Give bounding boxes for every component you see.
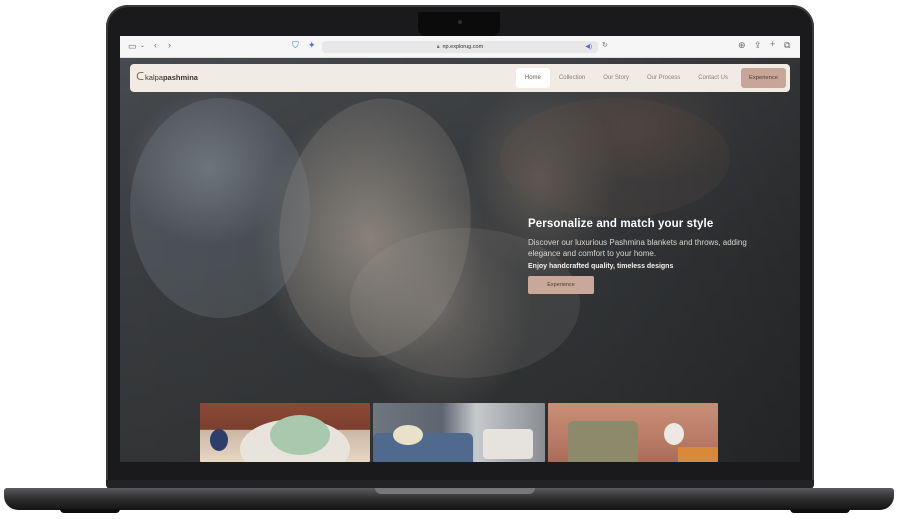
nav-contact-us[interactable]: Contact Us (689, 68, 737, 88)
vase-shape (664, 423, 684, 445)
lock-icon: 🔒︎ (436, 44, 440, 50)
address-bar[interactable]: 🔒︎ np.explorug.com ◀︎) (322, 41, 598, 53)
back-icon[interactable]: ‹ (154, 41, 157, 50)
site-logo[interactable]: ᑕ kalpa pashmina (136, 72, 198, 83)
nav-home[interactable]: Home (515, 68, 550, 88)
nav-our-story[interactable]: Our Story (594, 68, 638, 88)
throw-shape (270, 415, 330, 455)
hero-section: ᑕ kalpa pashmina Home Collection Our Stor… (120, 58, 800, 462)
chevron-down-icon[interactable]: ⌄ (140, 43, 145, 49)
chair-shape (483, 429, 533, 459)
new-tab-icon[interactable]: + (770, 40, 775, 49)
laptop-foot-right (790, 509, 850, 513)
reload-icon[interactable]: ↻ (602, 42, 608, 49)
site-navbar: ᑕ kalpa pashmina Home Collection Our Stor… (130, 64, 790, 92)
tabs-icon[interactable]: ⧉ (784, 41, 790, 50)
logo-text-bold: pashmina (162, 73, 198, 82)
extension-icon[interactable]: ✦ (308, 41, 316, 50)
pillow-shape (393, 425, 423, 445)
camera-icon (458, 20, 462, 24)
nav-menu: Home Collection Our Story Our Process Co… (515, 68, 786, 88)
logo-text-light: kalpa (145, 73, 163, 82)
logo-mark-icon: ᑕ (136, 71, 145, 83)
hero-tagline: Enjoy handcrafted quality, timeless desi… (528, 263, 674, 270)
sidebar-icon[interactable]: ▭ (128, 42, 137, 51)
laptop-thumb-notch (375, 488, 535, 494)
audio-icon[interactable]: ◀︎) (585, 43, 592, 50)
url-text: np.explorug.com (442, 44, 484, 50)
table-shape (678, 447, 718, 462)
vase-shape (210, 429, 228, 451)
hero-subtitle: Discover our luxurious Pashmina blankets… (528, 238, 747, 258)
hero-experience-button[interactable]: Experience (528, 276, 594, 294)
shield-icon[interactable]: ⛉ (292, 41, 299, 50)
download-icon[interactable]: ⊕ (738, 41, 746, 50)
nav-experience-button[interactable]: Experience (740, 68, 786, 88)
screen: ▭ ⌄ ‹ › ⛉ ✦ 🔒︎ np.explorug.com ◀︎) ↻ ⊕ ⇪… (120, 36, 800, 462)
thumbnail-image[interactable] (548, 403, 718, 462)
thumbnail-image[interactable] (373, 403, 545, 462)
share-icon[interactable]: ⇪ (754, 41, 762, 50)
camera-notch (418, 12, 500, 36)
nav-our-process[interactable]: Our Process (638, 68, 689, 88)
thumbnail-image[interactable] (200, 403, 370, 462)
laptop-foot-left (60, 509, 120, 513)
hero-title: Personalize and match your style (528, 218, 714, 230)
sofa-shape (373, 433, 473, 462)
hero-copy: Personalize and match your style Discove… (528, 218, 768, 294)
nav-collection[interactable]: Collection (550, 68, 594, 88)
throw-shape (568, 421, 638, 462)
product-thumbnails (200, 403, 720, 462)
browser-toolbar: ▭ ⌄ ‹ › ⛉ ✦ 🔒︎ np.explorug.com ◀︎) ↻ ⊕ ⇪… (120, 36, 800, 58)
forward-icon[interactable]: › (168, 41, 171, 50)
